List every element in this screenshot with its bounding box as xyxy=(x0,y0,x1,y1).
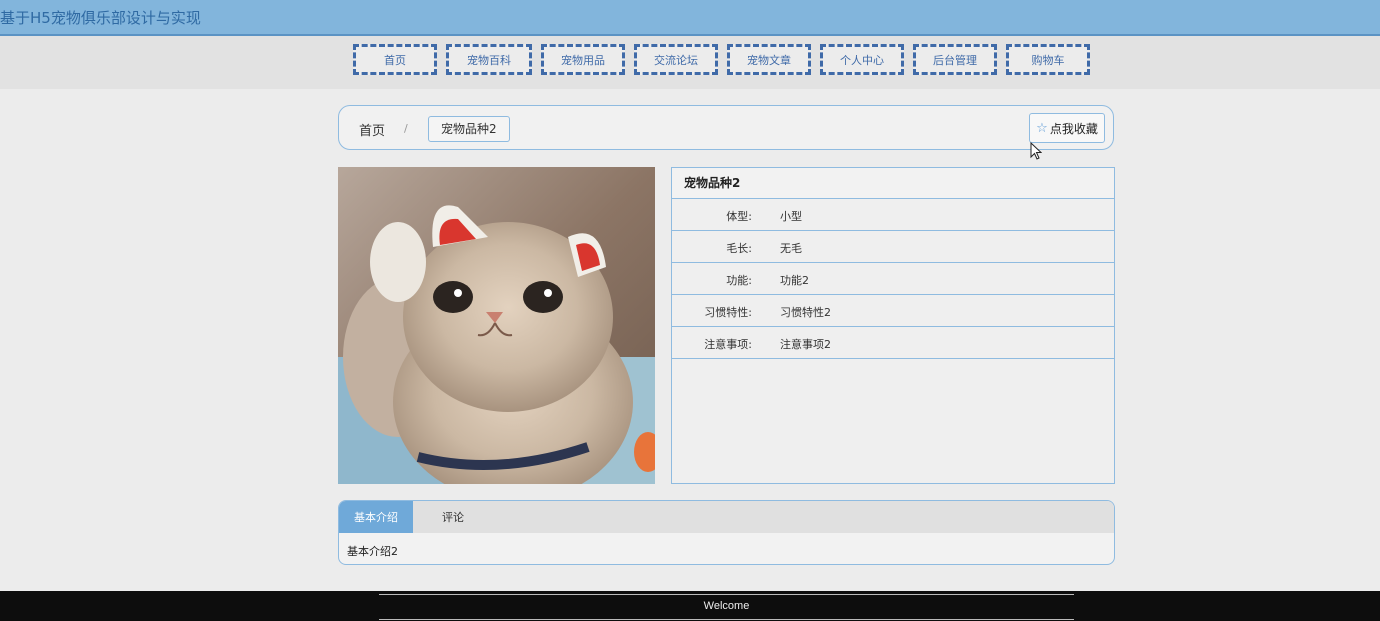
nav-item-pet-supplies[interactable]: 宠物用品 xyxy=(541,44,625,75)
pet-info-title: 宠物品种2 xyxy=(672,168,1114,199)
info-label: 体型: xyxy=(726,210,752,223)
info-value: 小型 xyxy=(780,210,802,223)
footer-welcome: Welcome xyxy=(703,600,750,612)
info-row-notes: 注意事项: 注意事项2 xyxy=(672,327,1114,359)
info-row-habits: 习惯特性: 习惯特性2 xyxy=(672,295,1114,327)
footer-divider xyxy=(379,619,1074,620)
nav-item-forum[interactable]: 交流论坛 xyxy=(634,44,718,75)
tab-bar: 基本介绍 评论 xyxy=(339,501,1114,533)
top-bar: 基于H5宠物俱乐部设计与实现 xyxy=(0,0,1380,36)
mouse-cursor-icon xyxy=(1030,142,1042,160)
info-value: 注意事项2 xyxy=(780,338,831,351)
info-label: 习惯特性: xyxy=(704,306,752,319)
pet-photo xyxy=(338,167,662,502)
info-value: 功能2 xyxy=(780,274,809,287)
breadcrumb-separator: / xyxy=(404,122,408,135)
footer-divider xyxy=(379,594,1074,595)
tab-basic-intro[interactable]: 基本介绍 xyxy=(339,501,413,533)
nav-item-personal-center[interactable]: 个人中心 xyxy=(820,44,904,75)
nav-item-admin[interactable]: 后台管理 xyxy=(913,44,997,75)
breadcrumb-home-link[interactable]: 首页 xyxy=(359,120,385,139)
tab-comments[interactable]: 评论 xyxy=(442,501,464,533)
info-value: 习惯特性2 xyxy=(780,306,831,319)
nav-item-cart[interactable]: 购物车 xyxy=(1006,44,1090,75)
info-row-function: 功能: 功能2 xyxy=(672,263,1114,295)
favorite-label: 点我收藏 xyxy=(1049,121,1098,136)
breadcrumb: 首页 / 宠物品种2 ☆ 点我收藏 xyxy=(338,105,1114,150)
main-nav: 首页 宠物百科 宠物用品 交流论坛 宠物文章 个人中心 后台管理 购物车 xyxy=(0,36,1380,89)
pet-info-panel: 宠物品种2 体型: 小型 毛长: 无毛 功能: 功能2 习惯特性: 习惯特性2 … xyxy=(671,167,1115,484)
star-icon: ☆ xyxy=(1036,120,1048,136)
info-value: 无毛 xyxy=(780,242,802,255)
info-label: 毛长: xyxy=(726,242,752,255)
site-title: 基于H5宠物俱乐部设计与实现 xyxy=(0,9,201,27)
info-label: 注意事项: xyxy=(704,338,752,351)
info-row-size: 体型: 小型 xyxy=(672,199,1114,231)
info-row-fur-length: 毛长: 无毛 xyxy=(672,231,1114,263)
footer: Welcome xyxy=(0,591,1380,621)
detail-tabs: 基本介绍 评论 基本介绍2 xyxy=(338,500,1115,565)
breadcrumb-current: 宠物品种2 xyxy=(428,116,510,142)
tab-content: 基本介绍2 xyxy=(347,545,398,558)
nav-item-pet-encyclopedia[interactable]: 宠物百科 xyxy=(446,44,532,75)
nav-item-pet-articles[interactable]: 宠物文章 xyxy=(727,44,811,75)
favorite-button[interactable]: ☆ 点我收藏 xyxy=(1029,113,1105,143)
info-label: 功能: xyxy=(726,274,752,287)
nav-item-home[interactable]: 首页 xyxy=(353,44,437,75)
